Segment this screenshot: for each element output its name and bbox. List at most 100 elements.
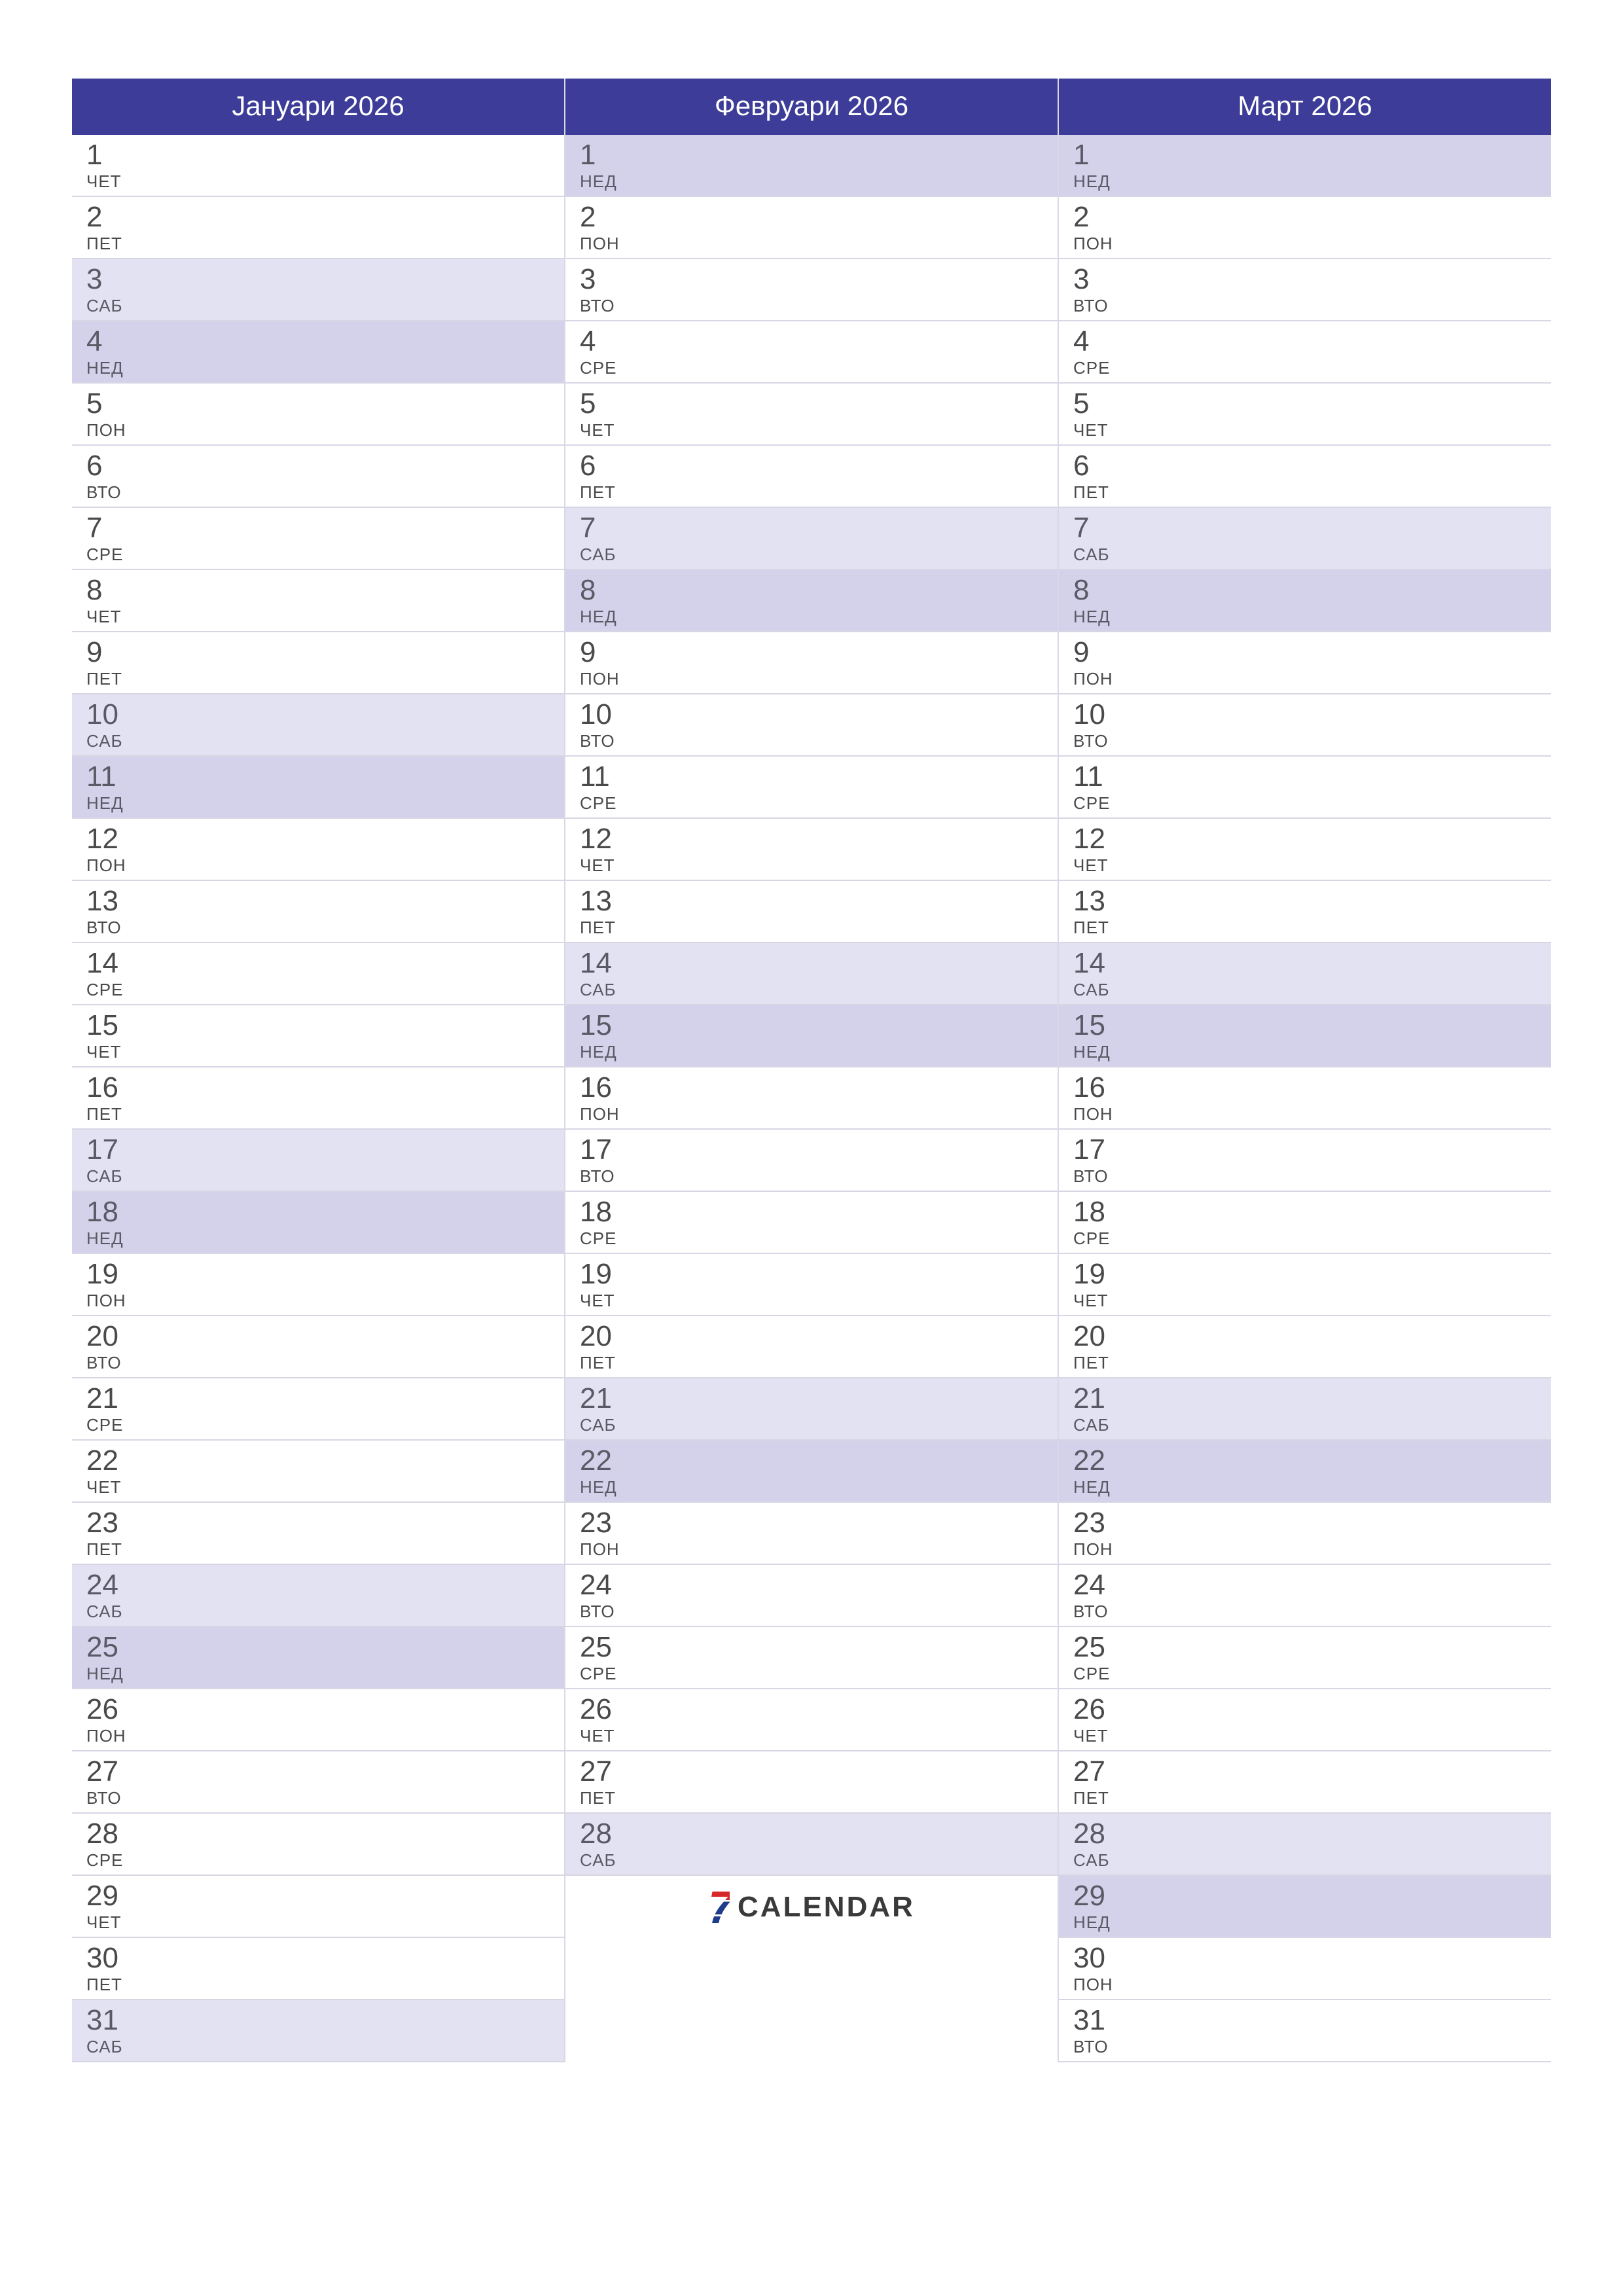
day-cell: 17САБ	[72, 1130, 564, 1192]
day-abbr: ПОН	[1073, 234, 1551, 254]
day-abbr: ПОН	[86, 1726, 564, 1746]
day-abbr: ВТО	[1073, 1166, 1551, 1187]
day-abbr: САБ	[580, 980, 1058, 1000]
day-cell: 31САБ	[72, 2000, 564, 2062]
day-number: 15	[86, 1011, 564, 1041]
day-cell: 5ПОН	[72, 384, 564, 446]
day-cell: 23ПОН	[565, 1503, 1058, 1565]
day-abbr: СРЕ	[580, 358, 1058, 378]
day-abbr: ПЕТ	[580, 1788, 1058, 1808]
day-cell: 9ПОН	[1059, 632, 1551, 694]
day-abbr: САБ	[1073, 980, 1551, 1000]
day-cell: 16ПЕТ	[72, 1067, 564, 1130]
day-number: 24	[580, 1570, 1058, 1600]
day-cell: 11СРЕ	[1059, 757, 1551, 819]
day-number: 20	[580, 1321, 1058, 1352]
day-cell: 12ПОН	[72, 819, 564, 881]
day-abbr: НЕД	[580, 607, 1058, 627]
day-number: 1	[86, 140, 564, 170]
day-cell: 3САБ	[72, 259, 564, 321]
day-abbr: ЧЕТ	[1073, 855, 1551, 876]
month-column-feb: Февруари 2026 1НЕД2ПОН3ВТО4СРЕ5ЧЕТ6ПЕТ7С…	[565, 79, 1059, 2062]
day-abbr: САБ	[86, 2037, 564, 2057]
day-number: 3	[580, 264, 1058, 295]
day-number: 15	[1073, 1011, 1551, 1041]
day-cell: 22ЧЕТ	[72, 1441, 564, 1503]
day-cell: 26ПОН	[72, 1689, 564, 1751]
day-cell: 19ЧЕТ	[565, 1254, 1058, 1316]
day-cell: 2ПОН	[1059, 197, 1551, 259]
day-cell: 18СРЕ	[1059, 1192, 1551, 1254]
day-cell: 24ВТО	[565, 1565, 1058, 1627]
day-cell: 4СРЕ	[565, 321, 1058, 384]
day-number: 7	[580, 513, 1058, 543]
day-abbr: ЧЕТ	[1073, 1291, 1551, 1311]
day-abbr: ВТО	[580, 296, 1058, 316]
day-number: 3	[86, 264, 564, 295]
day-abbr: ПОН	[580, 669, 1058, 689]
day-number: 10	[580, 700, 1058, 730]
day-number: 3	[1073, 264, 1551, 295]
day-cell: 24ВТО	[1059, 1565, 1551, 1627]
day-cell: 16ПОН	[1059, 1067, 1551, 1130]
day-cell: 21САБ	[1059, 1378, 1551, 1441]
day-number: 9	[86, 637, 564, 668]
day-abbr: ПОН	[1073, 1104, 1551, 1124]
day-number: 8	[580, 575, 1058, 605]
day-cell: 25НЕД	[72, 1627, 564, 1689]
day-number: 11	[580, 762, 1058, 792]
day-cell: 11НЕД	[72, 757, 564, 819]
calendar-grid: Јануари 2026 1ЧЕТ2ПЕТ3САБ4НЕД5ПОН6ВТО7СР…	[72, 79, 1551, 2062]
day-abbr: ПОН	[580, 1539, 1058, 1560]
day-cell: 23ПОН	[1059, 1503, 1551, 1565]
day-number: 10	[86, 700, 564, 730]
day-abbr: ПЕТ	[86, 1975, 564, 1995]
day-cell: 6ПЕТ	[1059, 446, 1551, 508]
day-cell: 8ЧЕТ	[72, 570, 564, 632]
day-abbr: ВТО	[1073, 731, 1551, 751]
day-abbr: ПЕТ	[86, 1539, 564, 1560]
day-number: 28	[1073, 1819, 1551, 1849]
day-abbr: ЧЕТ	[86, 1042, 564, 1062]
day-abbr: ПЕТ	[580, 1353, 1058, 1373]
day-abbr: ПЕТ	[86, 1104, 564, 1124]
day-number: 8	[1073, 575, 1551, 605]
day-cell: 26ЧЕТ	[565, 1689, 1058, 1751]
day-cell: 17ВТО	[565, 1130, 1058, 1192]
day-number: 12	[1073, 824, 1551, 854]
day-abbr: ВТО	[86, 482, 564, 503]
day-number: 21	[1073, 1384, 1551, 1414]
day-number: 26	[86, 1695, 564, 1725]
day-number: 1	[580, 140, 1058, 170]
day-number: 7	[1073, 513, 1551, 543]
day-cell: 15НЕД	[1059, 1005, 1551, 1067]
day-cell: 23ПЕТ	[72, 1503, 564, 1565]
day-number: 5	[86, 389, 564, 419]
day-cell: 24САБ	[72, 1565, 564, 1627]
day-number: 22	[1073, 1446, 1551, 1476]
day-abbr: САБ	[86, 1166, 564, 1187]
day-abbr: ВТО	[1073, 296, 1551, 316]
day-number: 25	[580, 1632, 1058, 1662]
day-number: 21	[86, 1384, 564, 1414]
day-number: 23	[1073, 1508, 1551, 1538]
day-number: 4	[580, 327, 1058, 357]
day-abbr: ВТО	[580, 1166, 1058, 1187]
day-number: 13	[1073, 886, 1551, 916]
day-abbr: ПЕТ	[86, 669, 564, 689]
day-abbr: ЧЕТ	[86, 1912, 564, 1933]
day-abbr: ПЕТ	[1073, 1788, 1551, 1808]
day-abbr: НЕД	[580, 1477, 1058, 1498]
day-abbr: ЧЕТ	[86, 1477, 564, 1498]
day-number: 13	[86, 886, 564, 916]
day-cell: 14САБ	[1059, 943, 1551, 1005]
day-cell: 15НЕД	[565, 1005, 1058, 1067]
day-cell: 6ПЕТ	[565, 446, 1058, 508]
month-days: 1НЕД2ПОН3ВТО4СРЕ5ЧЕТ6ПЕТ7САБ8НЕД9ПОН10ВТ…	[1059, 135, 1551, 2062]
day-abbr: ПЕТ	[1073, 482, 1551, 503]
day-number: 8	[86, 575, 564, 605]
day-abbr: ПОН	[1073, 1975, 1551, 1995]
month-header: Февруари 2026	[565, 79, 1058, 135]
day-number: 17	[86, 1135, 564, 1165]
day-cell: 21СРЕ	[72, 1378, 564, 1441]
